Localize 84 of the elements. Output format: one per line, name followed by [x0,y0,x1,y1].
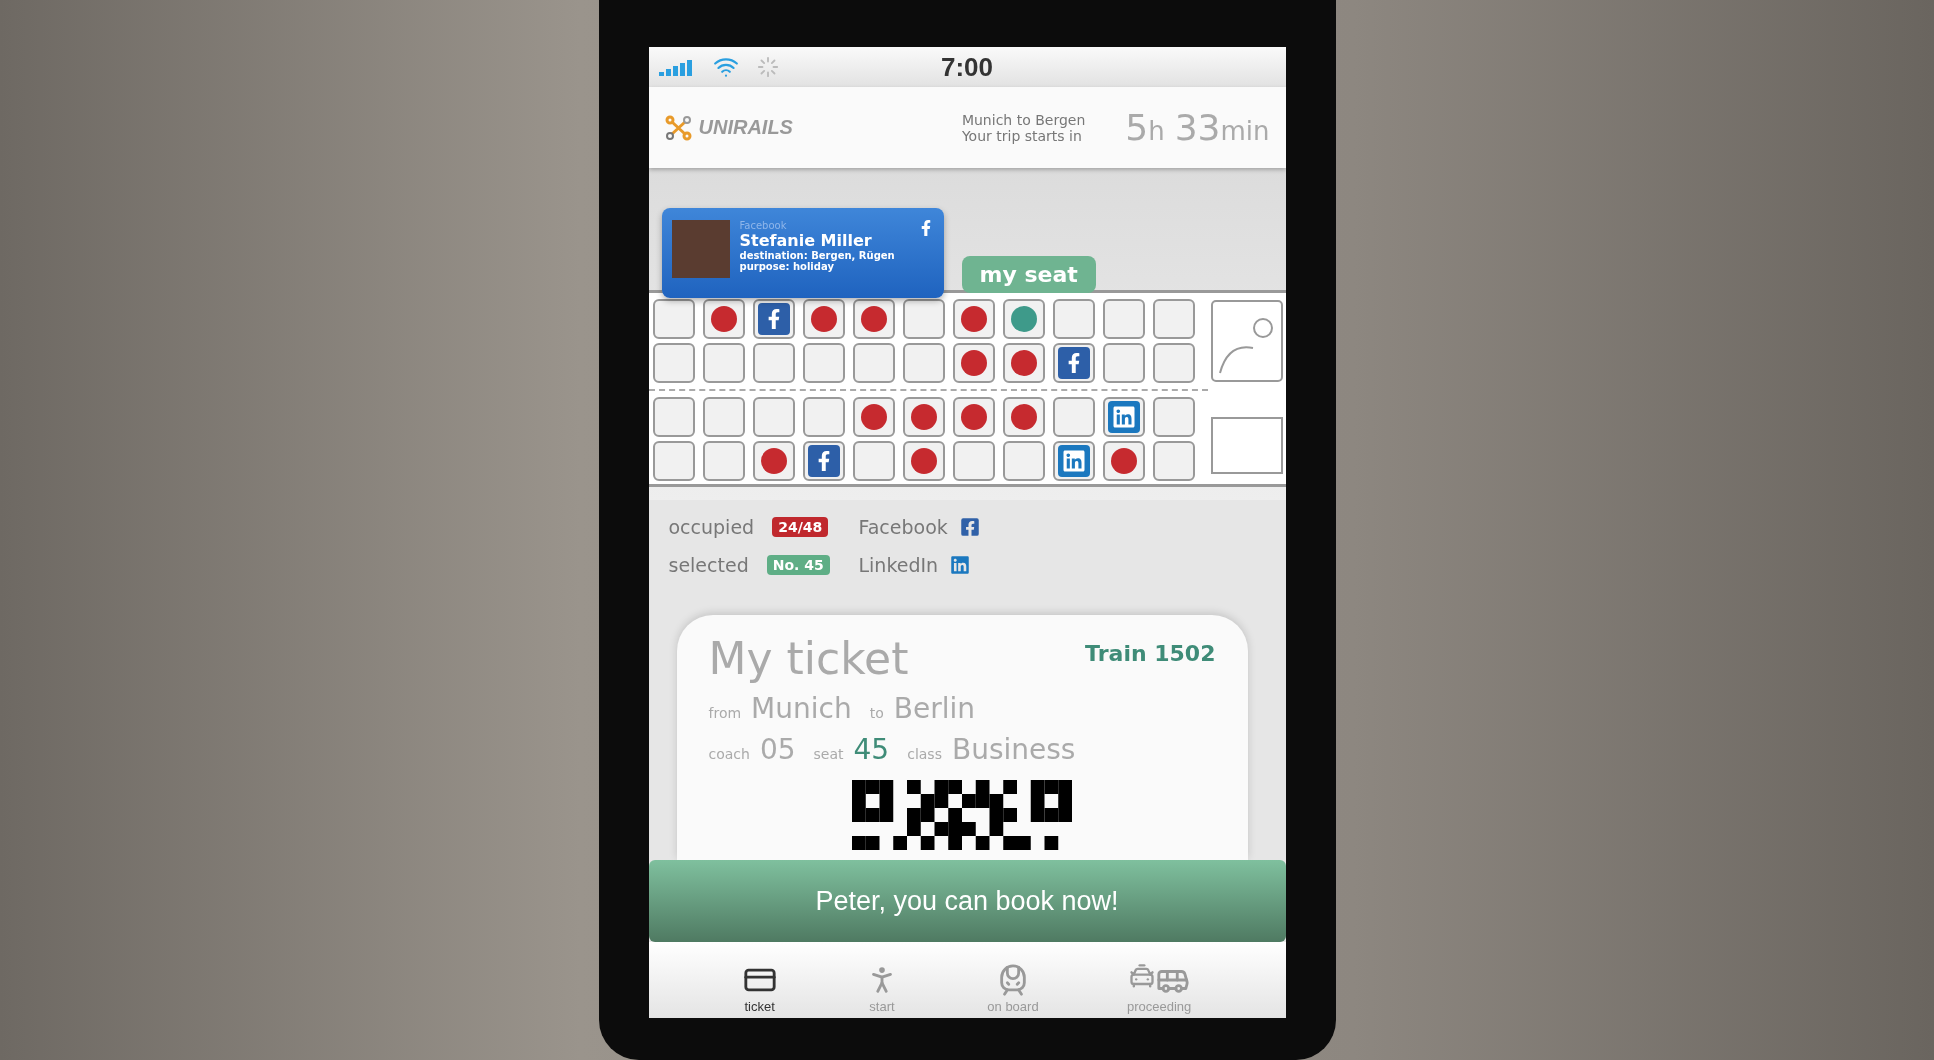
linkedin-seat-icon[interactable] [1102,397,1145,437]
person-name: Stefanie Miller [739,231,873,250]
seat-icon[interactable] [702,441,745,481]
seat-icon[interactable] [652,397,695,437]
loading-icon [756,56,779,78]
seat-icon[interactable] [752,397,795,437]
facebook-seat-icon[interactable] [1052,343,1095,383]
seat-icon[interactable] [902,299,945,339]
tab[interactable]: start [865,942,899,1018]
occupied-seat-icon[interactable] [952,397,995,437]
seat-icon[interactable] [752,343,795,383]
facebook-seat-icon[interactable] [802,441,845,481]
legend-label: occupied [668,516,755,538]
signal-icon [658,58,695,76]
occupied-seat-icon[interactable] [902,441,945,481]
countdown-value: 5h [1125,107,1165,148]
legend-label: selected [668,554,749,576]
reserved-seat-icon[interactable] [1152,441,1195,481]
ticket-title: My ticket [708,633,909,684]
profile-detail: purpose: holiday [739,261,834,272]
network-label: LinkedIn [858,554,939,576]
occupied-seat-icon[interactable] [852,299,895,339]
occupied-seat-icon[interactable] [802,299,845,339]
train-number: Train 1502 [1085,641,1216,666]
network-label: Facebook [739,220,788,231]
linkedin-icon [950,555,971,575]
seat-icon[interactable] [1052,397,1095,437]
selected-seat-icon[interactable] [1002,299,1045,339]
photo-placeholder [671,220,730,278]
field-label: seat [813,746,844,762]
field-label: class [907,746,942,762]
field-value: 05 [759,733,796,766]
field-value: Business [951,733,1076,766]
seat-icon[interactable] [652,299,695,339]
seat-icon[interactable] [1102,343,1145,383]
seat-icon[interactable] [1052,299,1095,339]
occupied-seat-icon[interactable] [952,343,995,383]
network-label: Facebook [858,516,948,538]
reserved-seat-icon[interactable] [1152,343,1195,383]
seat-icon[interactable] [952,441,995,481]
occupied-seat-icon[interactable] [1102,441,1145,481]
tab[interactable]: ticket [742,942,777,1018]
reserved-seat-icon[interactable] [1152,299,1195,339]
tab[interactable]: proceeding [1126,942,1192,1018]
field-value: Munich [751,692,852,725]
facebook-seat-icon[interactable] [752,299,795,339]
count-badge: 24/48 [772,517,829,537]
seat-icon[interactable] [902,343,945,383]
field-label: coach [708,746,750,762]
profile-detail: destination: Bergen, Rügen [739,250,896,261]
occupied-seat-icon[interactable] [902,397,945,437]
seat-icon[interactable] [802,343,845,383]
field-label: from [708,705,742,721]
count-badge: No. 45 [766,555,830,575]
logo-icon [664,114,693,141]
seat-icon[interactable] [852,343,895,383]
seat-icon[interactable] [802,397,845,437]
seat-icon[interactable] [702,343,745,383]
facebook-icon [959,517,980,537]
occupied-seat-icon[interactable] [752,441,795,481]
occupied-seat-icon[interactable] [952,299,995,339]
occupied-seat-icon[interactable] [702,299,745,339]
countdown-value: 33min [1174,107,1270,148]
field-value: 45 [853,733,890,766]
seat-icon[interactable] [702,397,745,437]
seat-tooltip: my seat [961,256,1096,293]
brand-name: UNIRAILS [698,116,793,139]
seat-icon[interactable] [1102,299,1145,339]
occupied-seat-icon[interactable] [1002,343,1045,383]
field-label: to [869,705,884,721]
seat-icon[interactable] [1002,441,1045,481]
reserved-seat-icon[interactable] [1152,397,1195,437]
occupied-seat-icon[interactable] [1002,397,1045,437]
route-text: Munich to Bergen [961,111,1086,128]
occupied-seat-icon[interactable] [852,397,895,437]
tab[interactable]: on board [987,942,1039,1018]
book-button[interactable]: Peter, you can book now! [648,860,1286,942]
linkedin-seat-icon[interactable] [1052,441,1095,481]
seat-icon[interactable] [652,343,695,383]
seat-icon[interactable] [652,441,695,481]
countdown-caption: Your trip starts in [961,127,1082,144]
field-value: Berlin [893,692,975,725]
clock: 7:00 [941,51,994,83]
seat-icon[interactable] [852,441,895,481]
